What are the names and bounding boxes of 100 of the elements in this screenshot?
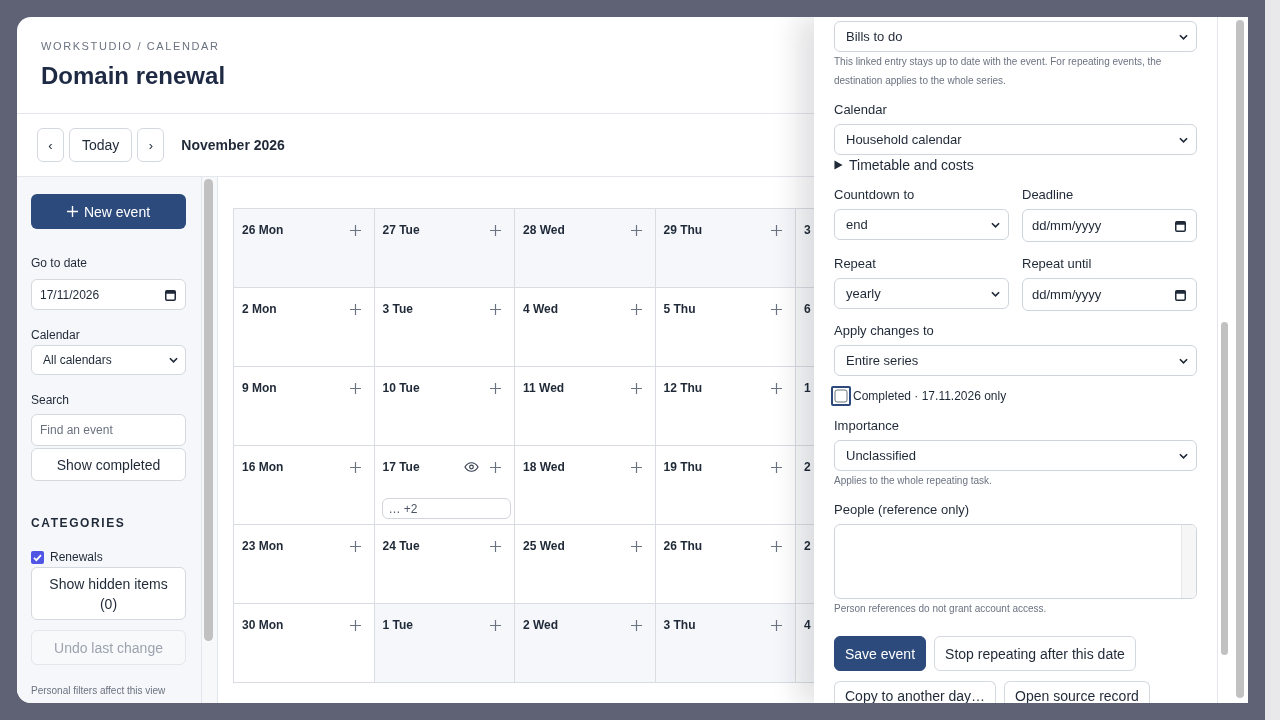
chevron-down-icon <box>169 357 178 363</box>
field-label: Repeat until <box>1022 256 1092 272</box>
eye-icon[interactable] <box>464 462 479 472</box>
scrollbar-thumb[interactable] <box>1236 20 1244 698</box>
field-label: Countdown to <box>834 187 915 203</box>
plus-icon[interactable] <box>771 461 782 473</box>
plus-icon[interactable] <box>349 303 361 315</box>
plus-icon[interactable] <box>630 224 642 236</box>
checkbox-label: Completed · 17.11.2026 only <box>853 389 1007 403</box>
day-label: 10 Tue <box>382 381 420 395</box>
day-label: 12 Thu <box>663 381 703 395</box>
breadcrumb: WORKSTUDIO / CALENDAR <box>41 40 220 53</box>
field-label: People (reference only) <box>834 502 970 518</box>
more-events-button[interactable]: … +2 <box>381 498 511 519</box>
plus-icon[interactable] <box>490 224 501 236</box>
scrollbar-thumb[interactable] <box>204 179 213 641</box>
today-button[interactable]: Today <box>69 128 133 162</box>
section-heading: CATEGORIES <box>31 516 126 530</box>
field-label: Deadline <box>1022 187 1074 203</box>
field-label: Repeat <box>834 256 876 272</box>
day-label: 4 <box>804 618 811 632</box>
action-button[interactable]: Copy to another day… <box>834 681 997 703</box>
day-label: 2 <box>804 539 811 553</box>
previous-button[interactable]: ‹ <box>37 128 64 162</box>
chevron-down-icon <box>1179 136 1188 143</box>
select-field[interactable]: Bills to do <box>834 21 1197 52</box>
calendar-select[interactable]: All calendars <box>31 345 186 375</box>
hint-text: This linked entry stays up to date with the event. For repeating events, the destination applies to the whole series. <box>834 55 1163 88</box>
plus-icon[interactable] <box>771 382 782 394</box>
field-label: Importance <box>834 418 900 434</box>
plus-icon[interactable] <box>349 540 361 552</box>
plus-icon[interactable] <box>490 619 501 631</box>
day-label: 18 Wed <box>523 460 565 474</box>
day-label: 24 Tue <box>382 539 420 553</box>
plus-icon[interactable] <box>771 303 782 315</box>
action-button[interactable]: Stop repeating after this date <box>934 636 1136 671</box>
day-label: 1 <box>804 381 811 395</box>
select-field[interactable]: Entire series <box>834 345 1197 376</box>
day-label: 4 Wed <box>523 302 559 316</box>
day-label: 2 <box>804 460 811 474</box>
day-label: 3 Tue <box>382 302 413 316</box>
new-event-button[interactable]: New event <box>31 194 186 229</box>
month-title: November 2026 <box>181 137 285 153</box>
calendar-icon <box>1175 288 1186 301</box>
day-label: 19 Thu <box>663 460 703 474</box>
plus-icon[interactable] <box>630 619 642 631</box>
plus-icon[interactable] <box>630 540 642 552</box>
day-label: 16 Mon <box>242 460 284 474</box>
show-hidden-button[interactable]: Show hidden items (0) <box>31 567 186 620</box>
plus-icon[interactable] <box>490 461 501 473</box>
plus-icon[interactable] <box>349 461 361 473</box>
chevron-down-icon <box>1179 452 1188 459</box>
plus-icon[interactable] <box>490 540 501 552</box>
checkbox-label: Renewals <box>50 550 103 564</box>
plus-icon[interactable] <box>490 382 501 394</box>
hint-text: Applies to the whole repeating task. <box>834 474 993 488</box>
day-label: 3 <box>804 223 811 237</box>
select-field[interactable]: end <box>834 209 1009 240</box>
chevron-down-icon <box>991 221 1000 228</box>
select-field[interactable]: yearly <box>834 278 1009 309</box>
plus-icon[interactable] <box>630 382 642 394</box>
calendar-icon <box>1175 219 1186 232</box>
details-toggle[interactable]: Timetable and costs <box>834 157 974 173</box>
plus-icon[interactable] <box>630 303 642 315</box>
search-field[interactable]: Find an event <box>31 414 186 446</box>
field-label: Apply changes to <box>834 323 934 339</box>
checkbox[interactable] <box>31 550 44 564</box>
plus-icon[interactable] <box>771 619 782 631</box>
plus-icon[interactable] <box>490 303 501 315</box>
day-label: 2 Mon <box>242 302 277 316</box>
day-label: 5 Thu <box>663 302 696 316</box>
plus-icon[interactable] <box>630 461 642 473</box>
show-completed-button[interactable]: Show completed <box>31 448 186 481</box>
hint-text: Person references do not grant account access. <box>834 602 1048 616</box>
day-label: 9 Mon <box>242 381 277 395</box>
checkbox[interactable] <box>831 386 851 406</box>
chevron-down-icon <box>991 290 1000 297</box>
date-field[interactable]: dd/mm/yyyy <box>1022 209 1197 242</box>
plus-icon[interactable] <box>349 619 361 631</box>
day-label: 26 Mon <box>242 223 284 237</box>
select-field[interactable]: Household calendar <box>834 124 1197 155</box>
day-label: 27 Tue <box>382 223 420 237</box>
plus-icon[interactable] <box>349 382 361 394</box>
plus-icon[interactable] <box>349 224 361 236</box>
field-label: Search <box>31 392 70 408</box>
next-button[interactable]: › <box>137 128 165 162</box>
action-button[interactable]: Save event <box>834 636 927 671</box>
date-field[interactable]: dd/mm/yyyy <box>1022 278 1197 311</box>
day-label: 25 Wed <box>523 539 565 553</box>
action-button[interactable]: Open source record <box>1004 681 1150 703</box>
day-label: 3 Thu <box>663 618 696 632</box>
plus-icon[interactable] <box>771 540 782 552</box>
plus-icon[interactable] <box>771 224 782 236</box>
calendar-icon <box>165 288 176 301</box>
day-label: 26 Thu <box>663 539 703 553</box>
day-label: 23 Mon <box>242 539 284 553</box>
date-field[interactable]: 17/11/2026 <box>31 279 186 310</box>
scrollbar-thumb[interactable] <box>1221 322 1228 655</box>
day-label: 2 Wed <box>523 618 559 632</box>
select-field[interactable]: Unclassified <box>834 440 1197 471</box>
